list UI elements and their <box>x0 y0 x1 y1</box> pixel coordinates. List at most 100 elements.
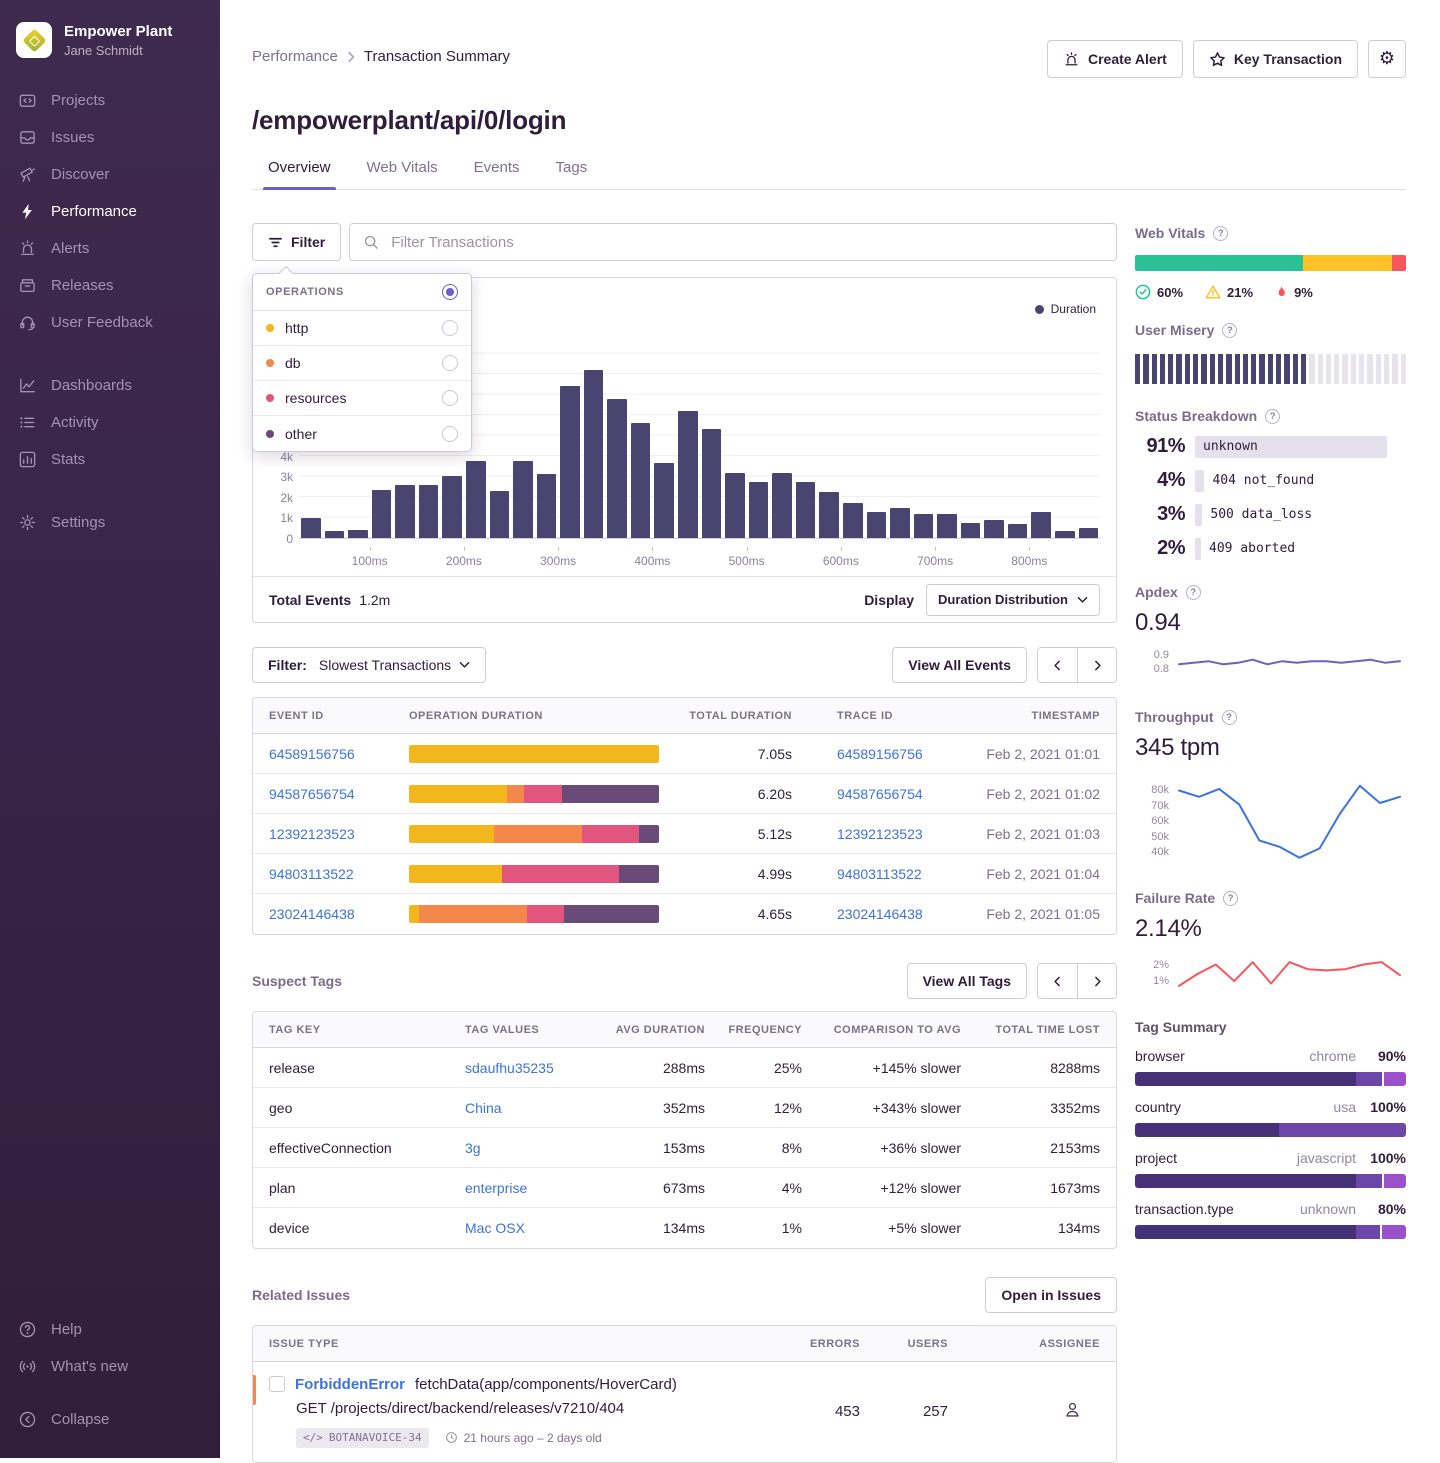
sidebar-item-alerts[interactable]: Alerts <box>0 230 220 267</box>
histogram-bar[interactable] <box>560 386 580 538</box>
histogram-bar[interactable] <box>1055 531 1075 538</box>
event-id-link[interactable]: 12392123523 <box>269 826 409 842</box>
trace-id-link[interactable]: 12392123523 <box>792 826 982 842</box>
histogram-bar[interactable] <box>772 473 792 538</box>
prev-page-button[interactable] <box>1038 648 1077 682</box>
event-id-link[interactable]: 64589156756 <box>269 746 409 762</box>
trace-id-link[interactable]: 23024146438 <box>792 906 982 922</box>
tag-value-link[interactable]: sdaufhu35235 <box>465 1060 615 1076</box>
sidebar-item-stats[interactable]: Stats <box>0 441 220 478</box>
display-select[interactable]: Duration Distribution <box>926 584 1100 616</box>
histogram-bar[interactable] <box>984 520 1004 538</box>
histogram-bar[interactable] <box>819 492 839 538</box>
project-badge[interactable]: </> BOTANAVOICE-34 <box>296 1428 429 1448</box>
radio-icon[interactable] <box>442 355 458 371</box>
histogram-bar[interactable] <box>584 370 604 538</box>
histogram-bar[interactable] <box>348 530 368 538</box>
histogram-bar[interactable] <box>796 482 816 538</box>
sidebar-item-performance[interactable]: Performance <box>0 193 220 230</box>
sidebar-item-help[interactable]: Help <box>0 1311 220 1348</box>
operations-option-resources[interactable]: resources <box>253 381 471 416</box>
histogram-bar[interactable] <box>1008 524 1028 538</box>
help-question-icon[interactable]: ? <box>1265 409 1280 424</box>
histogram-bar[interactable] <box>631 423 651 538</box>
help-question-icon[interactable]: ? <box>1213 226 1228 241</box>
histogram-bar[interactable] <box>961 523 981 538</box>
histogram-bar[interactable] <box>725 473 745 538</box>
chart-legend[interactable]: Duration <box>1035 302 1096 316</box>
histogram-bar[interactable] <box>890 508 910 538</box>
histogram-bar[interactable] <box>867 512 887 538</box>
view-all-events-button[interactable]: View All Events <box>892 647 1027 683</box>
tag-value-link[interactable]: Mac OSX <box>465 1220 615 1236</box>
help-question-icon[interactable]: ? <box>1223 891 1238 906</box>
tag-value-link[interactable]: enterprise <box>465 1180 615 1196</box>
sidebar-item-releases[interactable]: Releases <box>0 267 220 304</box>
create-alert-button[interactable]: Create Alert <box>1047 40 1183 78</box>
histogram-bar[interactable] <box>466 461 486 538</box>
breadcrumb-performance[interactable]: Performance <box>252 48 338 65</box>
histogram-bar[interactable] <box>1031 512 1051 538</box>
histogram-bar[interactable] <box>419 485 439 538</box>
operations-option-http[interactable]: http <box>253 311 471 346</box>
events-filter-select[interactable]: Filter: Slowest Transactions <box>252 647 486 683</box>
histogram-bar[interactable] <box>914 514 934 538</box>
histogram-bar[interactable] <box>1079 528 1099 538</box>
histogram-bar[interactable] <box>395 485 415 538</box>
histogram-bar[interactable] <box>843 503 863 538</box>
histogram-bar[interactable] <box>702 429 722 538</box>
histogram-bar[interactable] <box>301 518 321 538</box>
operations-option-other[interactable]: other <box>253 416 471 451</box>
trace-id-link[interactable]: 64589156756 <box>792 746 982 762</box>
event-id-link[interactable]: 23024146438 <box>269 906 409 922</box>
trace-id-link[interactable]: 94803113522 <box>792 866 982 882</box>
trace-id-link[interactable]: 94587656754 <box>792 786 982 802</box>
issue-assignee[interactable] <box>948 1400 1100 1424</box>
tab-overview[interactable]: Overview <box>266 159 333 189</box>
histogram-bar[interactable] <box>937 514 957 538</box>
prev-page-button[interactable] <box>1038 964 1077 998</box>
histogram-bar[interactable] <box>678 411 698 538</box>
help-question-icon[interactable]: ? <box>1222 710 1237 725</box>
radio-icon[interactable] <box>442 426 458 442</box>
issue-checkbox[interactable] <box>269 1376 285 1392</box>
radio-icon[interactable] <box>442 390 458 406</box>
sidebar-item-discover[interactable]: Discover <box>0 156 220 193</box>
filter-button[interactable]: Filter <box>252 223 341 261</box>
radio-selected-icon[interactable] <box>442 284 458 300</box>
event-id-link[interactable]: 94587656754 <box>269 786 409 802</box>
tab-web-vitals[interactable]: Web Vitals <box>365 159 440 189</box>
help-question-icon[interactable]: ? <box>1222 323 1237 338</box>
histogram-bar[interactable] <box>490 491 510 538</box>
tag-value-link[interactable]: China <box>465 1100 615 1116</box>
org-switcher[interactable]: Empower Plant Jane Schmidt <box>0 14 220 82</box>
next-page-button[interactable] <box>1077 964 1116 998</box>
histogram-bar[interactable] <box>654 463 674 538</box>
sidebar-item-activity[interactable]: Activity <box>0 404 220 441</box>
tag-value-link[interactable]: 3g <box>465 1140 615 1156</box>
event-id-link[interactable]: 94803113522 <box>269 866 409 882</box>
sidebar-item-settings[interactable]: Settings <box>0 504 220 541</box>
histogram-bar[interactable] <box>749 482 769 538</box>
histogram-bar[interactable] <box>442 476 462 538</box>
sidebar-item-issues[interactable]: Issues <box>0 119 220 156</box>
sidebar-item-user-feedback[interactable]: User Feedback <box>0 304 220 341</box>
settings-gear-button[interactable]: ⚙ <box>1368 40 1406 78</box>
sidebar-item-projects[interactable]: Projects <box>0 82 220 119</box>
histogram-bar[interactable] <box>513 461 533 538</box>
open-in-issues-button[interactable]: Open in Issues <box>985 1277 1117 1313</box>
next-page-button[interactable] <box>1077 648 1116 682</box>
view-all-tags-button[interactable]: View All Tags <box>907 963 1027 999</box>
histogram-bar[interactable] <box>607 399 627 538</box>
radio-icon[interactable] <box>442 320 458 336</box>
sidebar-item-dashboards[interactable]: Dashboards <box>0 367 220 404</box>
tab-tags[interactable]: Tags <box>554 159 590 189</box>
tab-events[interactable]: Events <box>472 159 522 189</box>
histogram-bar[interactable] <box>325 531 345 538</box>
histogram-bar[interactable] <box>372 490 392 539</box>
issue-type-link[interactable]: ForbiddenError <box>295 1376 405 1393</box>
sidebar-item-collapse[interactable]: Collapse <box>0 1401 220 1438</box>
help-question-icon[interactable]: ? <box>1186 585 1201 600</box>
operations-option-db[interactable]: db <box>253 346 471 381</box>
sidebar-item-whats-new[interactable]: What's new <box>0 1348 220 1385</box>
